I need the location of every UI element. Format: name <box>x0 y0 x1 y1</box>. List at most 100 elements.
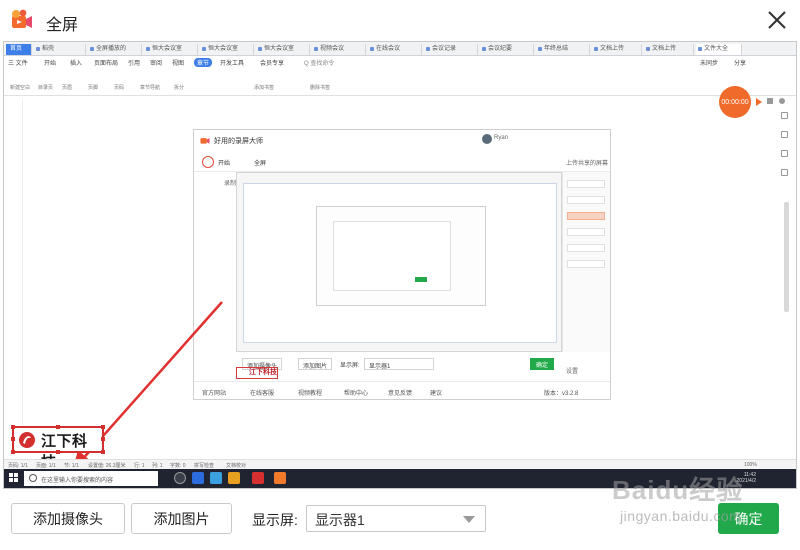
menu-item[interactable]: 三 文件 <box>8 58 28 67</box>
nested-add-image[interactable]: 添加图片 <box>298 358 333 370</box>
setting-row <box>567 228 605 236</box>
ribbon-button[interactable]: 删除书签 <box>310 84 330 91</box>
footer-link[interactable]: 意见反馈 <box>388 388 412 397</box>
setting-row <box>567 244 605 252</box>
tab[interactable]: 会议记录 <box>424 44 478 55</box>
share-button[interactable]: 分享 <box>734 58 746 67</box>
tab[interactable]: 恒大会议室 <box>144 44 198 55</box>
close-icon[interactable] <box>766 9 788 31</box>
resize-handle[interactable] <box>56 450 60 454</box>
watermark-url: jingyan.baidu.com <box>620 508 742 524</box>
footer-link[interactable]: 建议 <box>430 388 442 397</box>
scrollbar[interactable] <box>784 202 789 312</box>
taskbar-app-icon[interactable] <box>252 472 264 484</box>
ribbon-button[interactable]: 新建空白 <box>10 84 30 91</box>
ribbon-button[interactable]: 章节导航 <box>140 84 160 91</box>
resize-handle[interactable] <box>11 437 15 441</box>
taskbar-app-icon[interactable] <box>192 472 204 484</box>
tab[interactable]: 全屏播放的 <box>88 44 142 55</box>
ribbon-button[interactable]: 拆分 <box>174 84 184 91</box>
nested-screen-preview <box>236 172 562 352</box>
windows-start-icon[interactable] <box>9 473 19 483</box>
nested-app-title: 好用的录屏大师 <box>214 138 263 145</box>
tab[interactable]: 文档上传 <box>592 44 642 55</box>
record-timer[interactable]: 00:00:00 <box>719 86 751 118</box>
tab-active[interactable]: 文件大全 <box>696 44 742 55</box>
menu-item[interactable]: 视图 <box>172 58 184 67</box>
ribbon: 新建空白 目录页 页眉 页脚 页码 章节导航 拆分 添加书签 删除书签 <box>4 68 796 96</box>
menu-item[interactable]: 插入 <box>70 58 82 67</box>
tab-home[interactable]: 首页 <box>6 44 32 55</box>
browser-tab-bar: 首页 稻壳 全屏播放的 恒大会议室 恒大会议室 恒大会议室 视频会议 在线会议 … <box>4 42 796 56</box>
fullscreen-label[interactable]: 全屏 <box>254 158 266 167</box>
ribbon-button[interactable]: 添加书签 <box>254 84 274 91</box>
resize-handle[interactable] <box>101 437 105 441</box>
setting-row-highlight <box>567 212 605 220</box>
chevron-down-icon <box>463 516 475 523</box>
logo-overlay[interactable]: 江下科技 <box>11 425 105 471</box>
tab[interactable]: 恒大会议室 <box>200 44 254 55</box>
add-camera-button[interactable]: 添加摄像头 <box>11 503 125 534</box>
resize-handle[interactable] <box>101 425 105 429</box>
nested-settings-panel <box>562 172 610 352</box>
menu-item[interactable]: 开发工具 <box>220 58 244 67</box>
doc-icon <box>426 47 430 51</box>
logo-mark-icon <box>19 432 35 448</box>
tool-icon[interactable] <box>781 131 788 138</box>
play-icon[interactable] <box>756 98 762 106</box>
tab[interactable]: 文档上传 <box>644 44 694 55</box>
footer-link[interactable]: 帮助中心 <box>344 388 368 397</box>
task-view-icon[interactable] <box>174 472 186 484</box>
doc-icon <box>594 47 598 51</box>
command-search[interactable]: Q 查找命令 <box>304 58 334 67</box>
nested-recorder-window: 好用的录屏大师 Ryan 开始 全屏 上传共享的屏幕 录制模式 <box>193 129 611 400</box>
taskbar-app-icon[interactable] <box>228 472 240 484</box>
taskbar-search[interactable]: 在这里输入你要搜索的内容 <box>24 471 158 486</box>
tab[interactable]: 恒大会议室 <box>256 44 310 55</box>
taskbar-app-icon[interactable] <box>274 472 286 484</box>
tab[interactable]: 视频会议 <box>312 44 366 55</box>
nested-settings-link[interactable]: 设置 <box>566 366 578 375</box>
footer-link[interactable]: 视频教程 <box>298 388 322 397</box>
status-item: 页码: 1/1 <box>8 463 28 469</box>
nested-ok-button[interactable]: 确定 <box>530 358 554 370</box>
ribbon-button[interactable]: 页眉 <box>62 84 72 91</box>
menu-item[interactable]: 会员专享 <box>260 58 284 67</box>
tool-icon[interactable] <box>781 112 788 119</box>
record-icon[interactable] <box>779 98 785 104</box>
zoom-level[interactable]: 100% <box>744 462 757 468</box>
tab[interactable]: 在线会议 <box>368 44 422 55</box>
resize-handle[interactable] <box>11 425 15 429</box>
taskbar-app-icon[interactable] <box>210 472 222 484</box>
menu-item[interactable]: 页面布局 <box>94 58 118 67</box>
tab[interactable]: 稻壳 <box>34 44 86 55</box>
footer-link[interactable]: 在线客服 <box>250 388 274 397</box>
start-label[interactable]: 开始 <box>218 158 230 167</box>
tab[interactable]: 会议纪要 <box>480 44 534 55</box>
mini-logo: 江下科技 <box>236 367 278 379</box>
resize-handle[interactable] <box>101 450 105 454</box>
menu-item[interactable]: 审阅 <box>150 58 162 67</box>
add-image-button[interactable]: 添加图片 <box>131 503 232 534</box>
nested-display-select[interactable]: 显示器1 <box>364 358 434 370</box>
ribbon-button[interactable]: 页脚 <box>88 84 98 91</box>
nested-deep-screen <box>333 221 451 291</box>
record-start-icon[interactable] <box>202 156 214 168</box>
avatar <box>482 134 492 144</box>
doc-icon <box>646 47 650 51</box>
menu-item[interactable]: 开始 <box>44 58 56 67</box>
tab[interactable]: 年终总结 <box>536 44 590 55</box>
menu-item[interactable]: 引用 <box>128 58 140 67</box>
status-item: 页面: 1/1 <box>36 463 56 469</box>
tool-icon[interactable] <box>781 169 788 176</box>
stop-icon[interactable] <box>767 98 773 104</box>
ribbon-button[interactable]: 目录页 <box>38 84 53 91</box>
tool-icon[interactable] <box>781 150 788 157</box>
display-select[interactable]: 显示器1 <box>306 505 486 532</box>
resize-handle[interactable] <box>11 450 15 454</box>
resize-handle[interactable] <box>56 425 60 429</box>
upload-share-label[interactable]: 上传共享的屏幕 <box>566 158 608 167</box>
ribbon-button[interactable]: 页码 <box>114 84 124 91</box>
nested-inner-screen <box>243 183 557 343</box>
menu-item-active[interactable]: 章节 <box>194 58 213 67</box>
